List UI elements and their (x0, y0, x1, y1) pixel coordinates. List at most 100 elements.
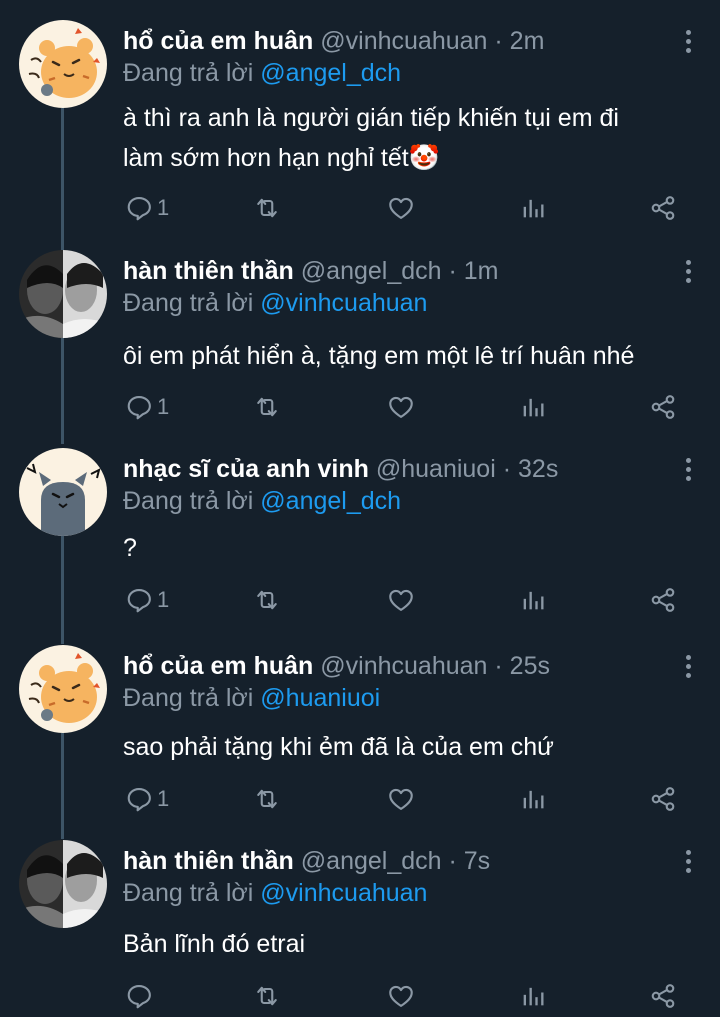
share-icon (649, 785, 677, 813)
user-handle[interactable]: @huaniuoi (376, 455, 496, 483)
user-handle[interactable]: @vinhcuahuan (320, 27, 487, 55)
retweet-button[interactable] (253, 980, 281, 1012)
more-vertical-icon[interactable] (684, 30, 692, 58)
tweet-text-line: à thì ra anh là người gián tiếp khiến tụ… (123, 104, 619, 132)
stats-button[interactable] (519, 584, 547, 616)
thread-connector (61, 108, 64, 250)
share-icon (649, 194, 677, 222)
clown-emoji: 🤡 (408, 144, 440, 172)
reply-count: 1 (157, 587, 170, 612)
avatar[interactable] (19, 840, 107, 928)
replying-to: Đang trả lời @huaniuoi (123, 683, 380, 713)
stats-button[interactable] (519, 783, 547, 815)
like-button[interactable] (387, 980, 415, 1012)
tweet-actions: 1 (123, 783, 693, 815)
like-button[interactable] (387, 391, 415, 423)
heart-icon (387, 194, 415, 222)
more-vertical-icon[interactable] (684, 260, 692, 288)
display-name[interactable]: hàn thiên thần (123, 257, 294, 285)
bar-chart-icon (519, 982, 547, 1010)
bar-chart-icon (519, 393, 547, 421)
like-button[interactable] (387, 584, 415, 616)
retweet-icon (253, 393, 281, 421)
replying-to: Đang trả lời @vinhcuahuan (123, 878, 427, 908)
user-handle[interactable]: @angel_dch (301, 257, 442, 285)
stats-button[interactable] (519, 980, 547, 1012)
avatar[interactable] (19, 250, 107, 338)
retweet-button[interactable] (253, 192, 281, 224)
thread-connector (61, 338, 64, 444)
photo-avatar-icon (19, 250, 107, 338)
reply-button[interactable]: 1 (125, 391, 169, 423)
mention-link[interactable]: @angel_dch (260, 487, 401, 515)
separator: · (494, 652, 503, 680)
more-vertical-icon[interactable] (684, 655, 692, 683)
display-name[interactable]: hổ của em huân (123, 27, 313, 55)
display-name[interactable]: nhạc sĩ của anh vinh (123, 455, 369, 483)
mention-link[interactable]: @angel_dch (260, 59, 401, 87)
user-handle[interactable]: @vinhcuahuan (320, 652, 487, 680)
retweet-icon (253, 982, 281, 1010)
tweet-actions: 1 (123, 584, 693, 616)
tweet-header: nhạc sĩ của anh vinh @huaniuoi · 32s (123, 454, 660, 484)
avatar[interactable] (19, 448, 107, 536)
reply-button[interactable] (125, 980, 157, 1012)
heart-icon (387, 393, 415, 421)
tweet-actions: 1 (123, 192, 693, 224)
timestamp[interactable]: 32s (518, 455, 558, 483)
share-button[interactable] (649, 391, 677, 423)
user-handle[interactable]: @angel_dch (301, 847, 442, 875)
more-vertical-icon[interactable] (684, 458, 692, 486)
tweet-text-fragment: làm sớm hơn hạn nghỉ tết (123, 144, 409, 172)
tweet-header: hàn thiên thần @angel_dch · 1m (123, 256, 660, 286)
tweet-text: ôi em phát hiển à, tặng em một lê trí hu… (123, 342, 635, 370)
share-button[interactable] (649, 980, 677, 1012)
stats-button[interactable] (519, 192, 547, 224)
share-icon (649, 393, 677, 421)
separator: · (448, 257, 457, 285)
avatar[interactable] (19, 20, 107, 108)
replying-to-label: Đang trả lời (123, 684, 254, 712)
timestamp[interactable]: 25s (510, 652, 550, 680)
display-name[interactable]: hổ của em huân (123, 652, 313, 680)
reply-button[interactable]: 1 (125, 192, 169, 224)
display-name[interactable]: hàn thiên thần (123, 847, 294, 875)
tweet-text: à thì ra anh là người gián tiếp khiến tụ… (123, 98, 680, 178)
replying-to-label: Đang trả lời (123, 289, 254, 317)
replying-to-label: Đang trả lời (123, 879, 254, 907)
retweet-button[interactable] (253, 584, 281, 616)
retweet-icon (253, 586, 281, 614)
stats-button[interactable] (519, 391, 547, 423)
timestamp[interactable]: 7s (464, 847, 490, 875)
reply-button[interactable]: 1 (125, 584, 169, 616)
thread-connector (61, 536, 64, 644)
mention-link[interactable]: @vinhcuahuan (260, 879, 427, 907)
reply-button[interactable]: 1 (125, 783, 169, 815)
tweet-header: hàn thiên thần @angel_dch · 7s (123, 846, 660, 876)
separator: · (448, 847, 457, 875)
retweet-button[interactable] (253, 783, 281, 815)
share-button[interactable] (649, 192, 677, 224)
timestamp[interactable]: 1m (464, 257, 499, 285)
reply-count: 1 (157, 786, 170, 811)
mention-link[interactable]: @vinhcuahuan (260, 289, 427, 317)
like-button[interactable] (387, 783, 415, 815)
reply-bubble-icon (125, 194, 153, 222)
separator: · (494, 27, 503, 55)
heart-icon (387, 982, 415, 1010)
tweet-text: sao phải tặng khi ẻm đã là của em chứ (123, 733, 554, 761)
like-button[interactable] (387, 192, 415, 224)
retweet-button[interactable] (253, 391, 281, 423)
share-button[interactable] (649, 584, 677, 616)
tweet-text-line: làm sớm hơn hạn nghỉ tết🤡 (123, 138, 680, 178)
timestamp[interactable]: 2m (510, 27, 545, 55)
avatar[interactable] (19, 645, 107, 733)
tweet-header: hổ của em huân @vinhcuahuan · 2m (123, 26, 660, 56)
replying-to: Đang trả lời @angel_dch (123, 58, 401, 88)
tiger-avatar-icon (19, 20, 107, 108)
heart-icon (387, 586, 415, 614)
share-button[interactable] (649, 783, 677, 815)
more-vertical-icon[interactable] (684, 850, 692, 878)
thread-connector (61, 733, 64, 839)
mention-link[interactable]: @huaniuoi (260, 684, 380, 712)
